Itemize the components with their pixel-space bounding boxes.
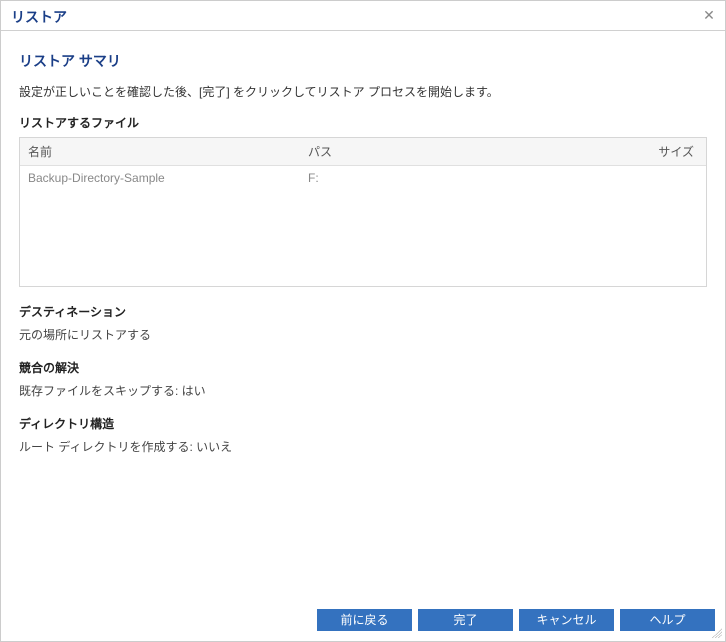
finish-button[interactable]: 完了 xyxy=(418,609,513,631)
page-title: リストア サマリ xyxy=(19,51,707,71)
page-description: 設定が正しいことを確認した後、[完了] をクリックしてリストア プロセスを開始し… xyxy=(19,83,707,100)
cell-size xyxy=(600,166,706,190)
cancel-button[interactable]: キャンセル xyxy=(519,609,614,631)
titlebar: リストア ✕ xyxy=(1,1,725,31)
button-bar: 前に戻る 完了 キャンセル ヘルプ xyxy=(317,609,715,631)
cell-name: Backup-Directory-Sample xyxy=(20,166,300,190)
dir-structure-heading: ディレクトリ構造 xyxy=(19,415,707,432)
col-header-name[interactable]: 名前 xyxy=(20,138,300,165)
files-heading: リストアするファイル xyxy=(19,114,707,131)
files-table: 名前 パス サイズ Backup-Directory-Sample F: xyxy=(19,137,707,287)
dir-structure-value: ルート ディレクトリを作成する: いいえ xyxy=(19,438,707,455)
col-header-path[interactable]: パス xyxy=(300,138,600,165)
files-table-header: 名前 パス サイズ xyxy=(20,138,706,166)
destination-value: 元の場所にリストアする xyxy=(19,326,707,343)
conflict-heading: 競合の解決 xyxy=(19,359,707,376)
table-row[interactable]: Backup-Directory-Sample F: xyxy=(20,166,706,190)
cell-path: F: xyxy=(300,166,600,190)
help-button[interactable]: ヘルプ xyxy=(620,609,715,631)
window-title: リストア xyxy=(11,9,67,25)
content-area: リストア サマリ 設定が正しいことを確認した後、[完了] をクリックしてリストア… xyxy=(1,31,725,455)
close-icon[interactable]: ✕ xyxy=(701,7,717,23)
destination-heading: デスティネーション xyxy=(19,303,707,320)
conflict-value: 既存ファイルをスキップする: はい xyxy=(19,382,707,399)
back-button[interactable]: 前に戻る xyxy=(317,609,412,631)
col-header-size[interactable]: サイズ xyxy=(600,138,706,165)
